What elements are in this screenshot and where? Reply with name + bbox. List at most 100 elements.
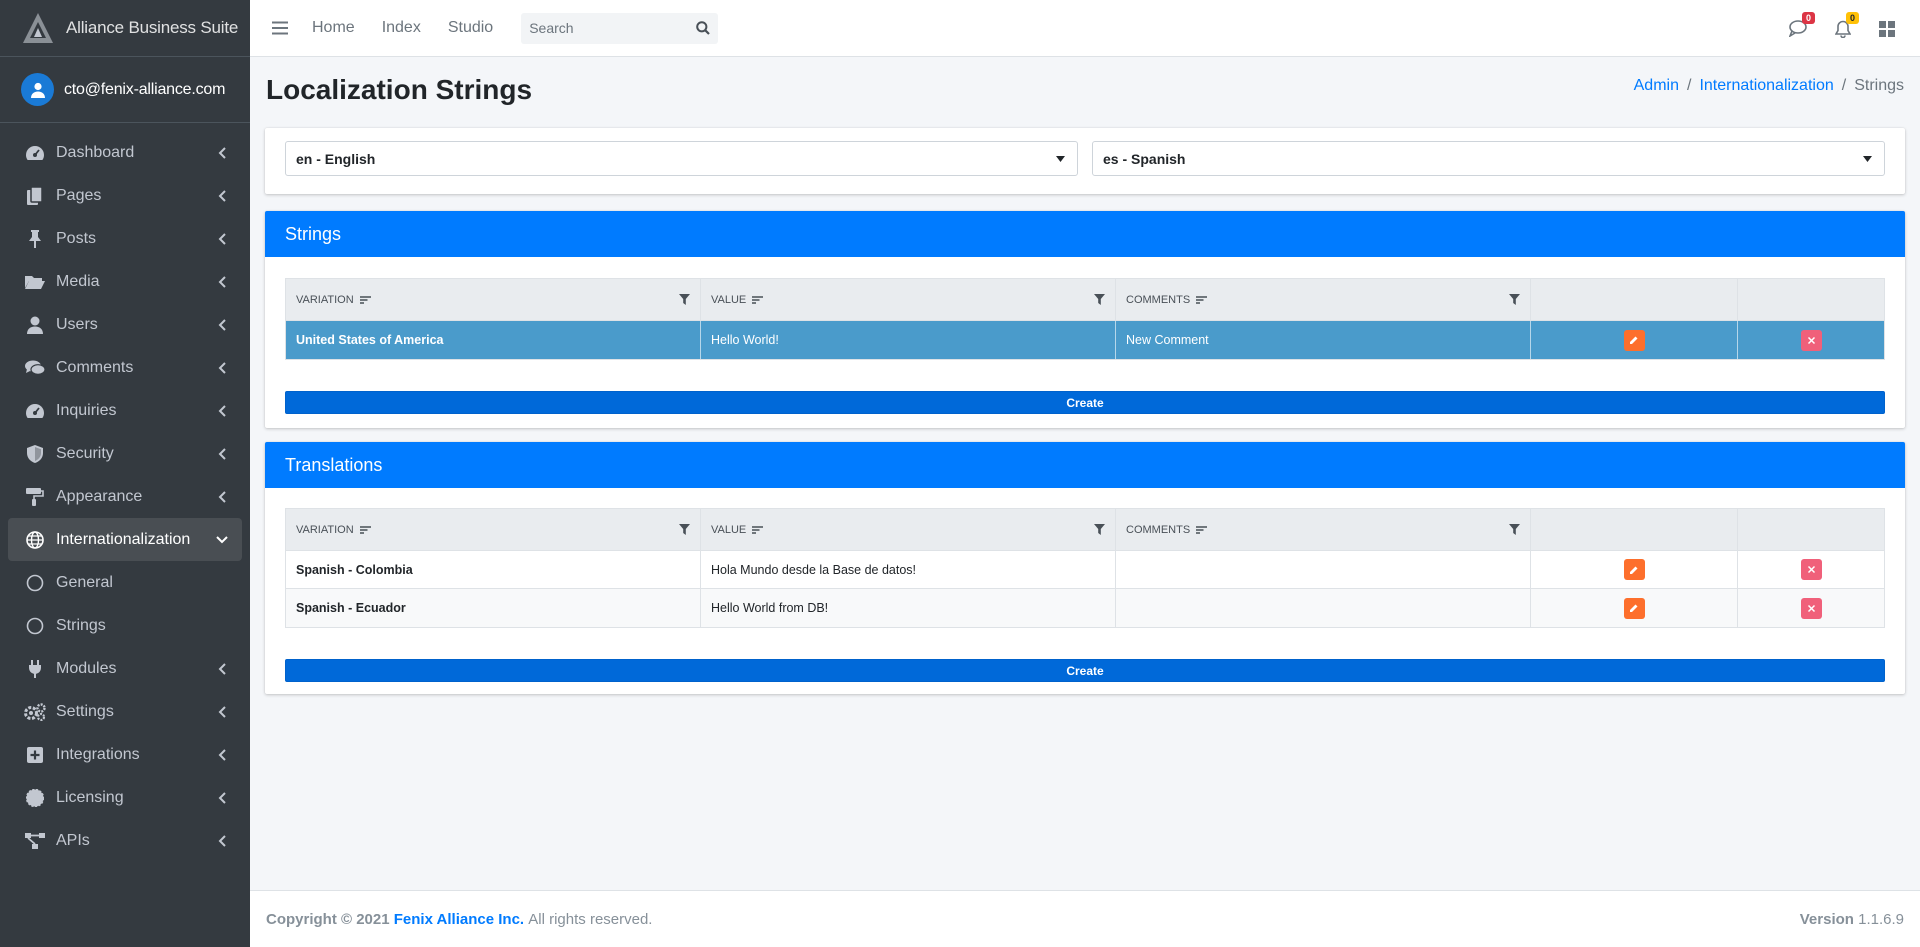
menu-toggle-icon[interactable] <box>272 21 290 35</box>
create-translation-button[interactable]: Create <box>285 659 1885 682</box>
sidebar-item-strings[interactable]: Strings <box>8 604 242 647</box>
sort-lines-icon[interactable] <box>1196 525 1208 534</box>
sidebar-item-inquiries[interactable]: Inquiries <box>8 389 242 432</box>
paint-roller-icon <box>24 486 46 508</box>
delete-button[interactable] <box>1800 597 1822 619</box>
column-header-comments[interactable]: COMMENTS <box>1116 509 1531 550</box>
breadcrumb-separator: / <box>1686 77 1692 94</box>
chevron-left-icon <box>216 490 228 503</box>
sort-lines-icon[interactable] <box>752 295 764 304</box>
notifications-bell-icon[interactable]: 0 <box>1832 11 1859 40</box>
create-string-button[interactable]: Create <box>285 391 1885 414</box>
cell-comments: New Comment <box>1116 321 1531 359</box>
sidebar-item-integrations[interactable]: Integrations <box>8 733 242 776</box>
chevron-left-icon <box>216 834 228 847</box>
table-row[interactable]: United States of America Hello World! Ne… <box>286 321 1884 359</box>
filter-icon[interactable] <box>1094 524 1105 535</box>
cell-edit <box>1531 589 1738 627</box>
footer-version: Version 1.1.6.9 <box>1800 911 1904 928</box>
breadcrumb-admin[interactable]: Admin <box>1634 77 1679 95</box>
sort-lines-icon[interactable] <box>359 295 371 304</box>
plus-square-icon <box>24 744 46 766</box>
sort-lines-icon[interactable] <box>752 525 764 534</box>
sidebar-item-internationalization[interactable]: Internationalization <box>8 518 242 561</box>
cell-delete <box>1738 589 1884 627</box>
sidebar-item-appearance[interactable]: Appearance <box>8 475 242 518</box>
delete-button[interactable] <box>1800 329 1822 351</box>
sidebar-item-label: Posts <box>56 229 97 247</box>
sidebar-item-general[interactable]: General <box>8 561 242 604</box>
column-header-label: VALUE <box>711 523 747 536</box>
filter-icon[interactable] <box>1509 524 1520 535</box>
sort-lines-icon[interactable] <box>359 525 371 534</box>
user-panel[interactable]: cto@fenix-alliance.com <box>0 57 250 123</box>
sidebar-item-pages[interactable]: Pages <box>8 174 242 217</box>
source-language-select[interactable]: en - English <box>285 141 1078 176</box>
messages-icon[interactable]: 0 <box>1788 11 1815 40</box>
sidebar: Alliance Business Suite cto@fenix-allian… <box>0 0 250 947</box>
top-navbar: Home Index Studio 0 0 <box>250 0 1920 57</box>
translations-card: Translations VARIATION VALUE COMMENTS Sp… <box>265 442 1905 694</box>
comments-icon <box>24 357 46 379</box>
filter-icon[interactable] <box>679 524 690 535</box>
filter-icon[interactable] <box>1094 294 1105 305</box>
column-header-comments[interactable]: COMMENTS <box>1116 279 1531 320</box>
edit-button[interactable] <box>1623 559 1645 580</box>
nav-link-index[interactable]: Index <box>382 19 421 37</box>
alliance-logo-icon <box>20 10 56 46</box>
gauge-icon <box>24 400 46 422</box>
sidebar-item-posts[interactable]: Posts <box>8 217 242 260</box>
target-language-select[interactable]: es - Spanish <box>1092 141 1885 176</box>
sidebar-item-label: Pages <box>56 186 102 204</box>
footer-company-link[interactable]: Fenix Alliance Inc. <box>394 911 524 928</box>
edit-button[interactable] <box>1623 597 1645 619</box>
filter-icon[interactable] <box>1509 294 1520 305</box>
sidebar-item-comments[interactable]: Comments <box>8 346 242 389</box>
sort-lines-icon[interactable] <box>1196 295 1208 304</box>
sidebar-item-dashboard[interactable]: Dashboard <box>8 131 242 174</box>
sidebar-item-settings[interactable]: Settings <box>8 690 242 733</box>
nav-link-home[interactable]: Home <box>312 19 355 37</box>
pencil-icon <box>1630 604 1638 612</box>
column-header-value[interactable]: VALUE <box>701 509 1116 550</box>
sidebar-item-apis[interactable]: APIs <box>8 819 242 862</box>
search-input[interactable] <box>521 20 689 36</box>
column-header-value[interactable]: VALUE <box>701 279 1116 320</box>
translations-grid: VARIATION VALUE COMMENTS Spanish - Colom… <box>285 508 1885 628</box>
chevron-left-icon <box>216 748 228 761</box>
filter-icon[interactable] <box>679 294 690 305</box>
column-header-variation[interactable]: VARIATION <box>286 279 701 320</box>
column-header-variation[interactable]: VARIATION <box>286 509 701 550</box>
sidebar-item-media[interactable]: Media <box>8 260 242 303</box>
chevron-left-icon <box>216 662 228 675</box>
apps-grid-icon[interactable] <box>1876 18 1898 40</box>
sidebar-item-label: Appearance <box>56 487 143 505</box>
chevron-left-icon <box>216 404 228 417</box>
translations-card-title: Translations <box>265 442 1905 488</box>
sidebar-item-security[interactable]: Security <box>8 432 242 475</box>
table-row[interactable]: Spanish - Colombia Hola Mundo desde la B… <box>286 551 1884 589</box>
search-icon[interactable] <box>688 21 718 35</box>
language-selector-card: en - English es - Spanish <box>265 128 1905 194</box>
globe-icon <box>24 529 46 551</box>
cell-value: Hello World! <box>701 321 1116 359</box>
brand[interactable]: Alliance Business Suite <box>0 0 250 57</box>
chevron-left-icon <box>216 361 228 374</box>
column-header-label: VALUE <box>711 293 747 306</box>
notifications-badge: 0 <box>1846 11 1859 24</box>
breadcrumb-internationalization[interactable]: Internationalization <box>1699 77 1833 95</box>
table-row[interactable]: Spanish - Ecuador Hello World from DB! <box>286 589 1884 627</box>
sidebar-item-users[interactable]: Users <box>8 303 242 346</box>
nav-link-studio[interactable]: Studio <box>448 19 493 37</box>
sidebar-item-modules[interactable]: Modules <box>8 647 242 690</box>
delete-button[interactable] <box>1800 559 1822 580</box>
close-icon <box>1807 604 1815 612</box>
messages-badge: 0 <box>1802 11 1815 24</box>
cogs-icon <box>24 701 46 723</box>
sidebar-item-licensing[interactable]: Licensing <box>8 776 242 819</box>
strings-card-title: Strings <box>265 211 1905 257</box>
strings-grid: VARIATION VALUE COMMENTS United States o… <box>285 278 1885 360</box>
close-icon <box>1807 336 1815 344</box>
certificate-icon <box>24 787 46 809</box>
edit-button[interactable] <box>1623 329 1645 351</box>
